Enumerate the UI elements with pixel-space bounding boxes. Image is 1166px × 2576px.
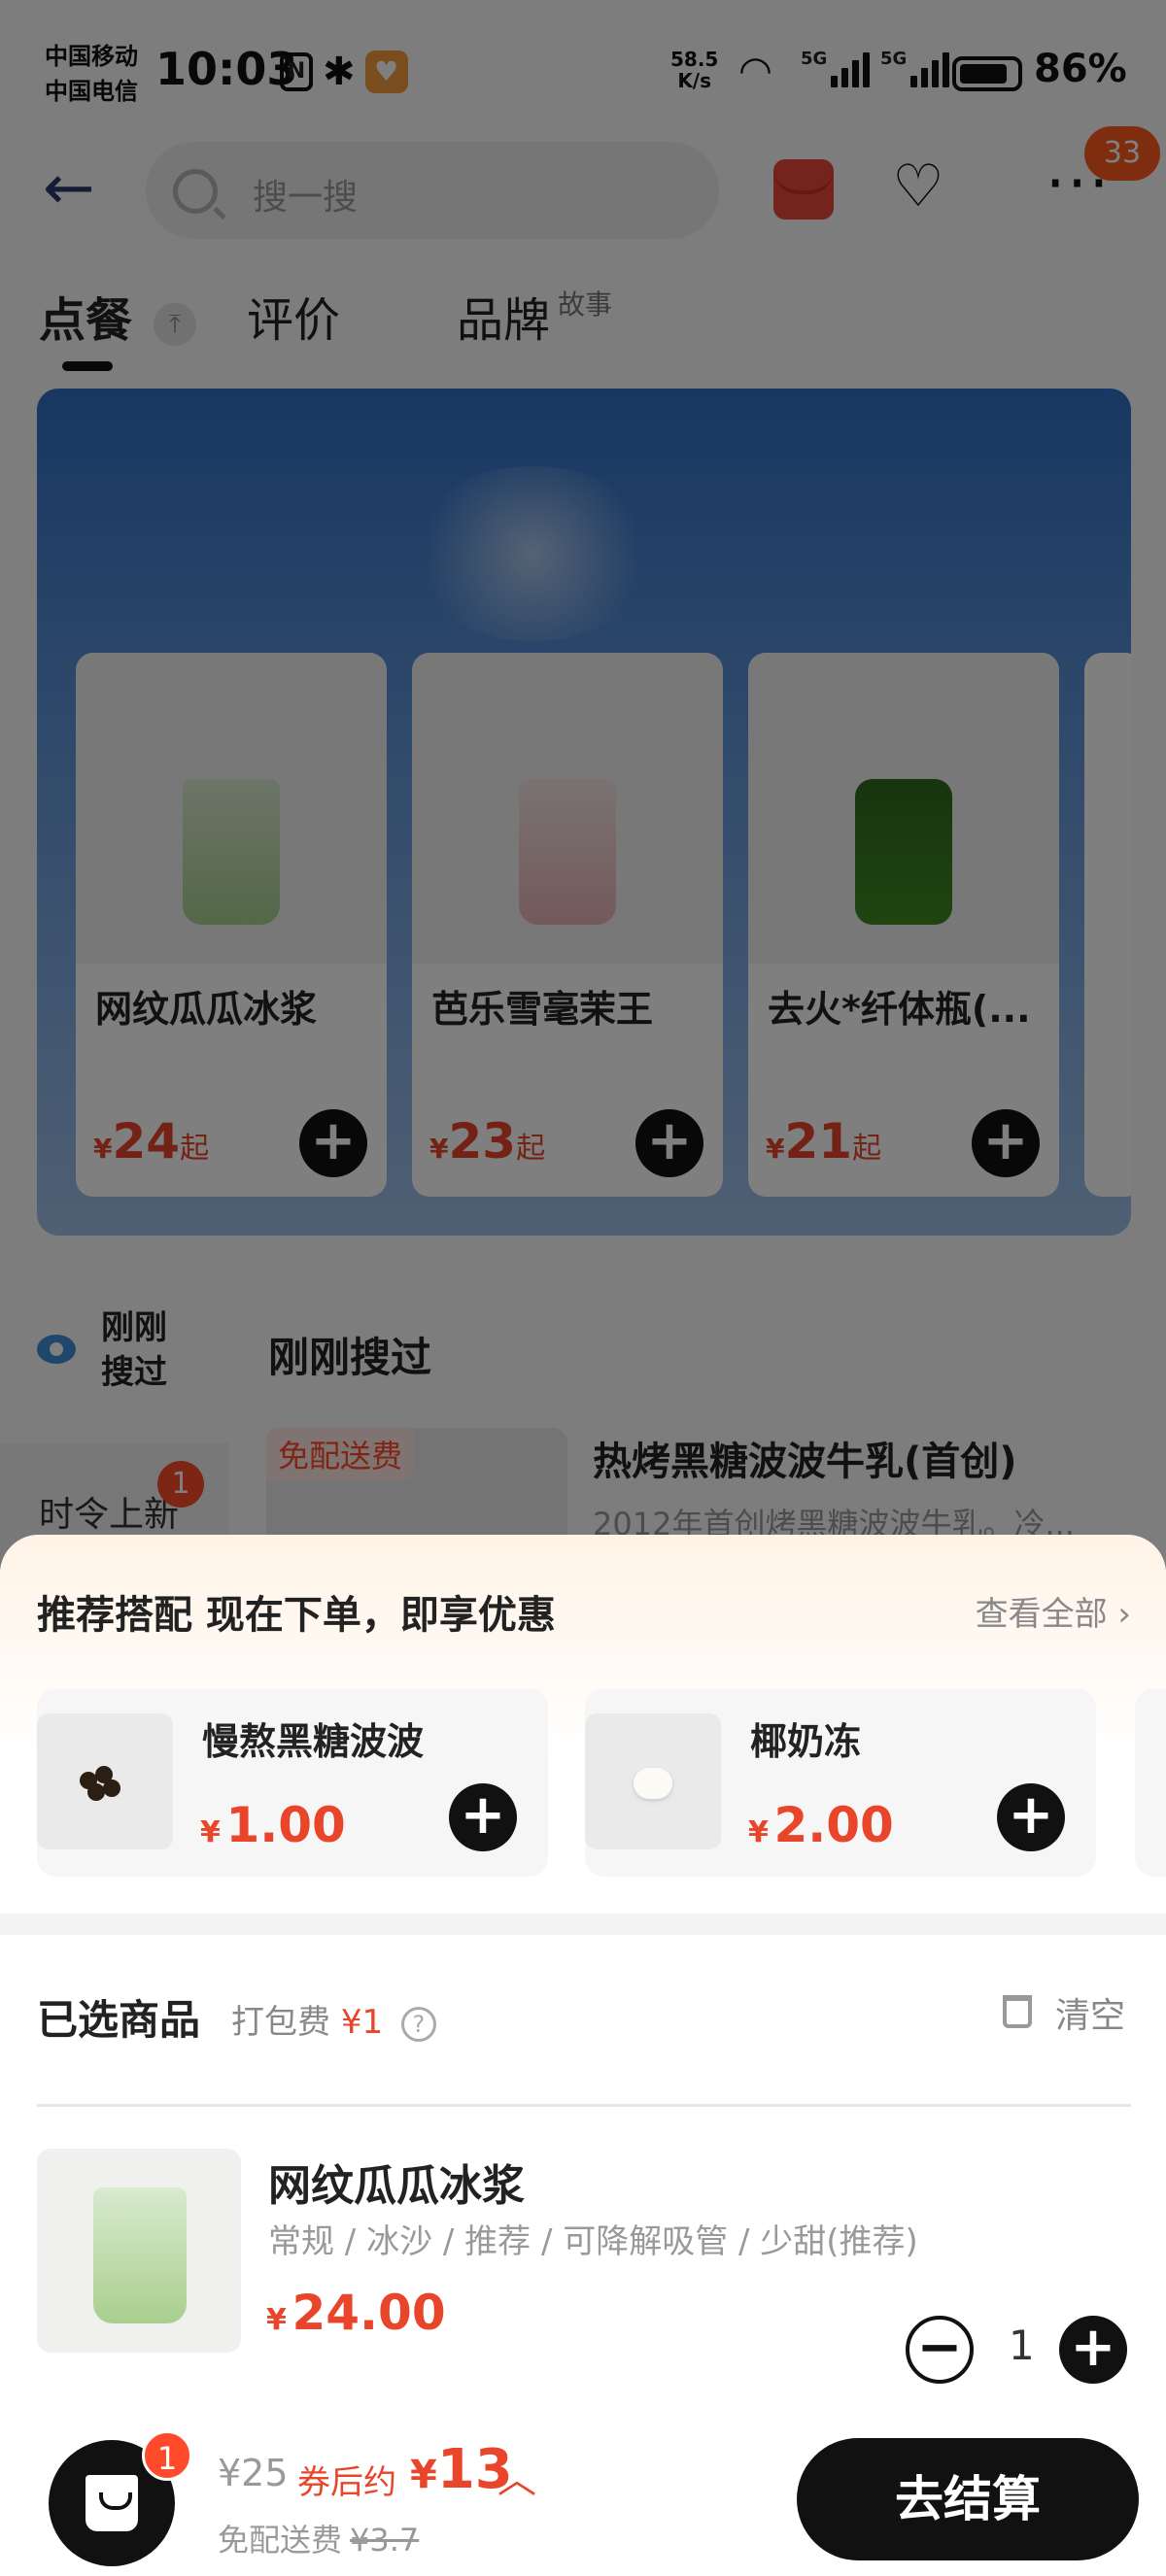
checkout-button[interactable]: 去结算	[797, 2438, 1139, 2560]
packing-fee-amount: ¥1	[340, 2003, 384, 2042]
divider	[37, 2104, 1131, 2107]
shopping-bag-icon	[86, 2475, 138, 2531]
help-icon[interactable]: ?	[400, 2006, 436, 2042]
quantity-value: 1	[1009, 2322, 1035, 2369]
original-price: ¥25	[218, 2452, 289, 2494]
coconut-jelly-image	[585, 1713, 721, 1849]
brown-sugar-boba-image	[37, 1713, 173, 1849]
trash-icon[interactable]	[1003, 1995, 1032, 2028]
increase-quantity-button[interactable]: +	[1059, 2316, 1127, 2384]
coupon-label: 券后约	[297, 2463, 396, 2502]
recommend-card[interactable]: 慢熬黑糖波波 ¥ 1.00 +	[37, 1688, 548, 1877]
add-recommend-button[interactable]: +	[449, 1783, 517, 1851]
cart-item-image	[37, 2149, 241, 2353]
checkout-bar: 1 ¥25 券后约 ¥13 ︿ 免配送费 ¥3.7 去结算	[0, 2423, 1166, 2576]
recommend-item-name: 慢熬黑糖波波	[202, 1720, 425, 1763]
recommend-card[interactable]: 椰奶冻 ¥ 2.00 +	[585, 1688, 1096, 1877]
clear-cart-button[interactable]: 清空	[1055, 1987, 1125, 2038]
section-separator	[0, 1914, 1166, 1935]
cart-sheet: 推荐搭配 现在下单，即享优惠 查看全部 › 慢熬黑糖波波 ¥ 1.00 + 椰奶…	[0, 1535, 1166, 2576]
selected-title: 已选商品	[37, 1996, 201, 2044]
chevron-up-icon[interactable]: ︿	[497, 2448, 536, 2504]
cart-item-price: ¥ 24.00	[266, 2285, 446, 2341]
cart-count-badge: 1	[142, 2430, 192, 2481]
recommend-item-price: ¥ 2.00	[748, 1797, 894, 1853]
melon-drink-image	[93, 2187, 187, 2323]
delivery-fee: 免配送费 ¥3.7	[218, 2516, 419, 2560]
recommend-section: 推荐搭配 现在下单，即享优惠 查看全部 › 慢熬黑糖波波 ¥ 1.00 + 椰奶…	[0, 1535, 1166, 1908]
cart-item-name: 网纹瓜瓜冰浆	[268, 2161, 525, 2211]
recommend-item-name: 椰奶冻	[750, 1720, 862, 1763]
recommend-title: 推荐搭配 现在下单，即享优惠	[37, 1593, 556, 1638]
delivery-fee-label: 免配送费	[218, 2522, 343, 2559]
recommend-item-price: ¥ 1.00	[200, 1797, 346, 1853]
add-recommend-button[interactable]: +	[997, 1783, 1065, 1851]
cart-item-options: 常规 / 冰沙 / 推荐 / 可降解吸管 / 少甜(推荐)	[268, 2222, 918, 2261]
decrease-quantity-button[interactable]: −	[906, 2316, 974, 2384]
delivery-fee-old: ¥3.7	[350, 2522, 420, 2559]
packing-fee-label: 打包费	[231, 2003, 330, 2042]
recommend-card-peek[interactable]	[1135, 1688, 1166, 1877]
view-all-link[interactable]: 查看全部 ›	[976, 1587, 1131, 1635]
packing-fee: 打包费 ¥1 ?	[231, 1995, 436, 2043]
